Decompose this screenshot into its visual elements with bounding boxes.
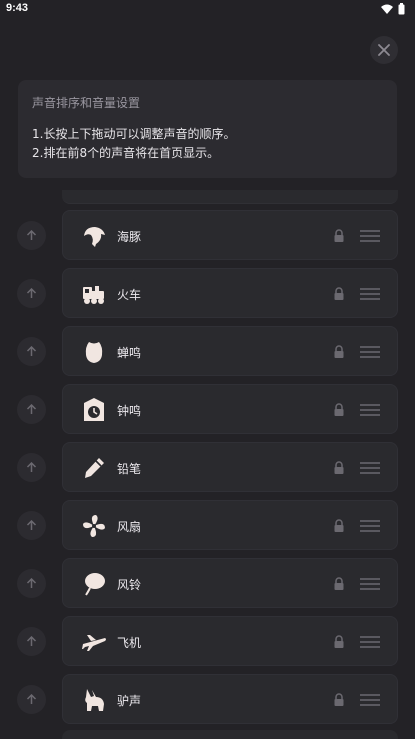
donkey-icon — [85, 689, 104, 711]
clock-icon — [84, 398, 104, 421]
sound-card[interactable]: 飞机 — [62, 616, 398, 666]
list-item: 飞机 — [0, 616, 415, 668]
sound-card[interactable]: 风铃 — [62, 558, 398, 608]
sound-card[interactable]: 海豚 — [62, 210, 398, 260]
lock-icon — [334, 229, 344, 242]
sound-card[interactable]: 火车 — [62, 268, 398, 318]
move-up-button[interactable] — [17, 395, 46, 424]
status-bar: 9:43 — [0, 0, 415, 22]
move-up-button[interactable] — [17, 453, 46, 482]
arrow-up-icon — [26, 230, 37, 240]
list-item: 风扇 — [0, 500, 415, 552]
train-icon — [83, 286, 104, 304]
info-line: 1.长按上下拖动可以调整声音的顺序。 — [32, 127, 236, 141]
lock-icon — [334, 635, 344, 648]
sound-card[interactable]: 铅笔 — [62, 442, 398, 492]
status-time: 9:43 — [6, 2, 29, 14]
sound-card[interactable]: 驴声 — [62, 674, 398, 724]
dolphin-icon — [84, 227, 105, 247]
arrow-up-icon — [26, 346, 37, 356]
sound-name: 风扇 — [117, 520, 142, 534]
sound-name: 蝉鸣 — [117, 346, 142, 360]
list-item: 钟鸣 — [0, 384, 415, 436]
move-up-button[interactable] — [17, 511, 46, 540]
lock-icon — [334, 345, 344, 358]
sound-card[interactable]: 蝉鸣 — [62, 326, 398, 376]
close-button[interactable] — [370, 36, 398, 64]
cicada-icon — [85, 342, 103, 363]
list-item-partial — [62, 730, 398, 739]
info-card: 声音排序和音量设置 1.长按上下拖动可以调整声音的顺序。 2.排在前8个的声音将… — [18, 80, 397, 178]
sound-card[interactable]: 钟鸣 — [62, 384, 398, 434]
arrow-up-icon — [26, 462, 37, 472]
list-item: 火车 — [0, 268, 415, 320]
move-up-button[interactable] — [17, 337, 46, 366]
drag-handle-icon[interactable] — [359, 287, 381, 301]
info-title: 声音排序和音量设置 — [32, 96, 141, 110]
list-item: 风铃 — [0, 558, 415, 610]
sound-name: 钟鸣 — [117, 404, 142, 418]
drag-handle-icon[interactable] — [359, 577, 381, 591]
move-up-button[interactable] — [17, 279, 46, 308]
sound-name: 铅笔 — [117, 462, 142, 476]
sound-card[interactable]: 风扇 — [62, 500, 398, 550]
arrow-up-icon — [26, 694, 37, 704]
wind-chime-icon — [85, 573, 105, 596]
drag-handle-icon[interactable] — [359, 229, 381, 243]
list-item: 海豚 — [0, 210, 415, 262]
airplane-icon — [82, 635, 106, 651]
drag-handle-icon[interactable] — [359, 693, 381, 707]
list-item: 铅笔 — [0, 442, 415, 494]
info-line: 2.排在前8个的声音将在首页显示。 — [32, 146, 220, 160]
sound-name: 火车 — [117, 288, 142, 302]
move-up-button[interactable] — [17, 685, 46, 714]
move-up-button[interactable] — [17, 627, 46, 656]
lock-icon — [334, 461, 344, 474]
lock-icon — [334, 577, 344, 590]
drag-handle-icon[interactable] — [359, 461, 381, 475]
move-up-button[interactable] — [17, 569, 46, 598]
arrow-up-icon — [26, 288, 37, 298]
wifi-icon — [381, 4, 393, 14]
lock-icon — [334, 519, 344, 532]
lock-icon — [334, 287, 344, 300]
battery-icon — [398, 3, 405, 15]
drag-handle-icon[interactable] — [359, 403, 381, 417]
sound-name: 风铃 — [117, 578, 142, 592]
fan-icon — [83, 515, 105, 537]
status-icons — [381, 3, 405, 15]
drag-handle-icon[interactable] — [359, 519, 381, 533]
arrow-up-icon — [26, 520, 37, 530]
arrow-up-icon — [26, 578, 37, 588]
move-up-button[interactable] — [17, 221, 46, 250]
pencil-icon — [85, 458, 104, 478]
drag-handle-icon[interactable] — [359, 635, 381, 649]
list-item: 蝉鸣 — [0, 326, 415, 378]
close-icon — [378, 44, 390, 56]
drag-handle-icon[interactable] — [359, 345, 381, 359]
list-item: 驴声 — [0, 674, 415, 726]
arrow-up-icon — [26, 636, 37, 646]
lock-icon — [334, 403, 344, 416]
arrow-up-icon — [26, 404, 37, 414]
list-item-partial — [62, 190, 398, 204]
sound-name: 驴声 — [117, 694, 142, 708]
lock-icon — [334, 693, 344, 706]
sound-name: 飞机 — [117, 636, 142, 650]
sound-name: 海豚 — [117, 230, 142, 244]
